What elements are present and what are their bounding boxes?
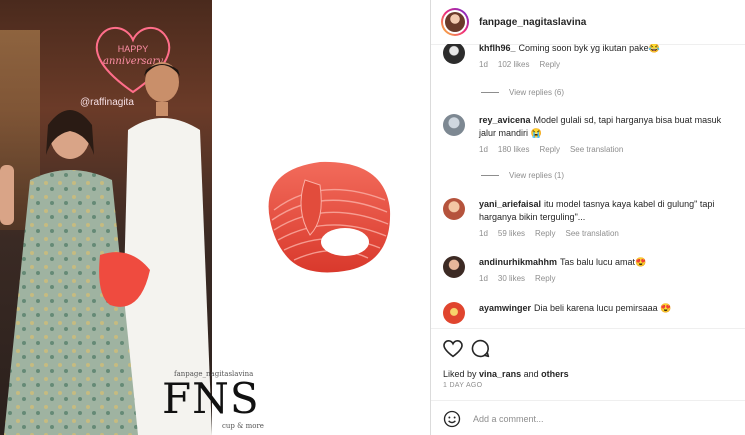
emoji-icon[interactable] [443,410,461,428]
comments-list[interactable]: khflh96_ Coming soon byk yg ikutan pake😂 … [431,44,745,326]
comment-age: 1d [479,274,488,283]
view-replies-label: View replies (6) [509,88,564,97]
commenter-username[interactable]: andinurhikmahhm [479,257,557,267]
commenter-username[interactable]: khflh96_ [479,44,516,53]
see-translation-button[interactable]: See translation [570,145,623,154]
comment-likes[interactable]: 180 likes [498,145,530,154]
post-timestamp: 1 DAY AGO [443,382,483,389]
view-replies-button[interactable]: View replies (1) [481,171,564,180]
comment-likes[interactable]: 59 likes [498,229,525,238]
liked-by-prefix: Liked by [443,369,477,379]
reply-button[interactable]: Reply [539,145,559,154]
commenter-avatar[interactable] [443,302,465,324]
comment-likes[interactable]: 102 likes [498,60,530,69]
commenter-username[interactable]: rey_avicena [479,115,531,125]
red-knot-bag-image [268,161,391,273]
comment-likes[interactable]: 30 likes [498,274,525,283]
liked-by-and: and [523,369,539,379]
heart-icon[interactable] [443,340,463,358]
commenter-avatar[interactable] [443,198,465,220]
comment-icon[interactable] [471,339,490,358]
comment-age: 1d [479,229,488,238]
neon-text-happy: HAPPY [118,44,149,54]
liked-by-line: Liked by vina_rans and others [443,369,569,379]
comment-age: 1d [479,145,488,154]
commenter-avatar[interactable] [443,114,465,136]
post-media[interactable]: HAPPY anniversary @raffinagita fanpage_n… [0,0,430,435]
comment-age: 1d [479,60,488,69]
comment-text: Tas balu lucu amat😍 [560,257,647,267]
fns-watermark: fanpage_nagitaslavina FNS cup & more [162,368,272,434]
add-comment-bar: Add a comment... [431,400,745,435]
post-actions-bar [431,328,745,369]
comment-text: Coming soon byk yg ikutan pake😂 [518,44,660,53]
reply-button[interactable]: Reply [535,229,555,238]
watermark-sub: cup & more [222,422,264,430]
commenter-username[interactable]: yani_ariefaisal [479,199,541,209]
author-avatar[interactable] [441,8,469,36]
author-avatar-image [445,12,465,32]
see-translation-button[interactable]: See translation [565,229,618,238]
commenter-username[interactable]: ayamwinger [479,303,531,313]
view-replies-label: View replies (1) [509,171,564,180]
commenter-avatar[interactable] [443,44,465,64]
post-side-panel: fanpage_nagitaslavina khflh96_ Coming soo… [430,0,745,435]
add-comment-input[interactable]: Add a comment... [473,414,544,424]
liked-by-user[interactable]: vina_rans [479,369,521,379]
reply-button[interactable]: Reply [535,274,555,283]
comment-text: Dia beli karena lucu pemirsaaa 😍 [534,303,672,313]
liked-by-others[interactable]: others [541,369,569,379]
post-header: fanpage_nagitaslavina [431,0,745,45]
author-username[interactable]: fanpage_nagitaslavina [479,17,586,28]
instagram-post-view: HAPPY anniversary @raffinagita fanpage_n… [0,0,745,435]
view-replies-button[interactable]: View replies (6) [481,88,564,97]
reply-button[interactable]: Reply [539,60,559,69]
woman-figure [0,110,150,435]
watermark-logo: FNS [162,374,260,423]
commenter-avatar[interactable] [443,256,465,278]
view-replies-line [481,92,499,94]
view-replies-line [481,175,499,177]
